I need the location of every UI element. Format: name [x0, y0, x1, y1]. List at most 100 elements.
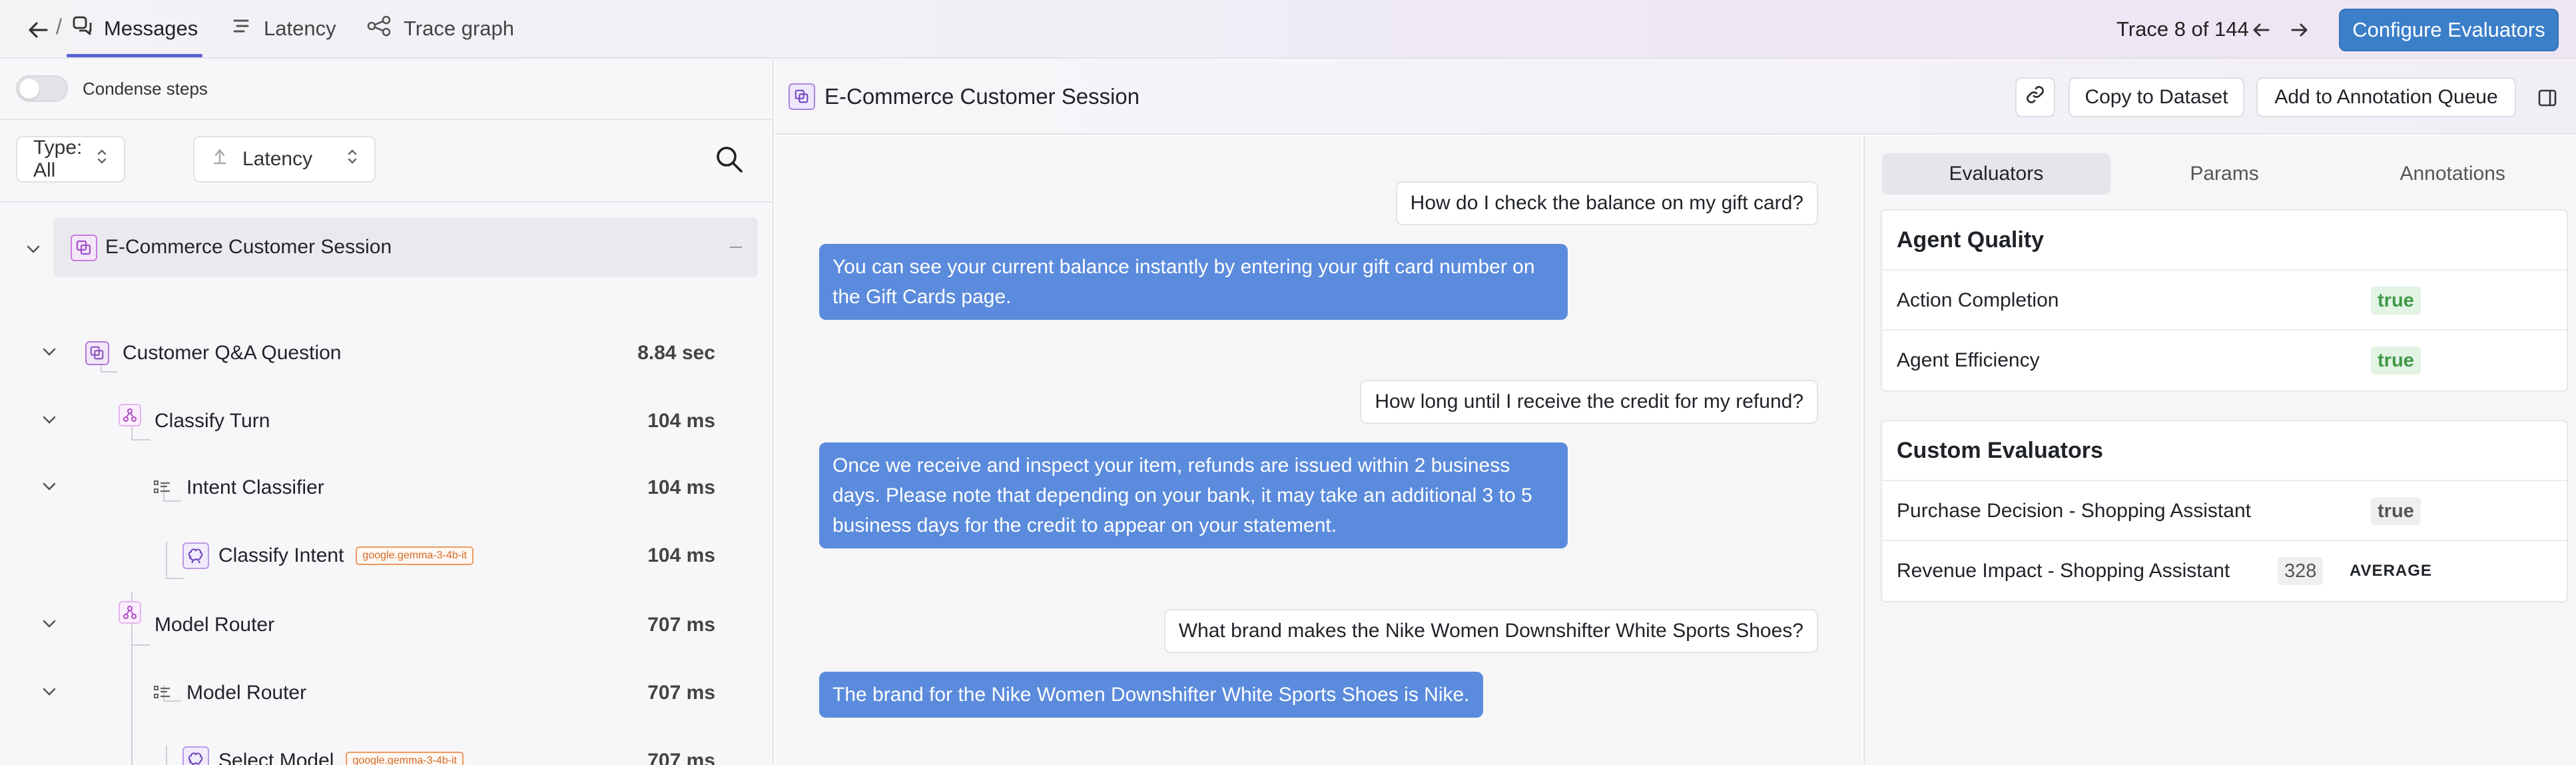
evaluator-name: Purchase Decision - Shopping Assistant [1897, 500, 2251, 522]
top-navigation-bar: / Messages Latency Trace graph Trace 8 o… [0, 0, 2576, 59]
model-badge: google.gemma-3-4b-it [346, 752, 464, 765]
evaluator-row: Revenue Impact - Shopping Assistant 328 … [1882, 541, 2567, 601]
tab-latency[interactable]: Latency [232, 0, 336, 57]
tree-item-label: Customer Q&A Question [123, 342, 342, 364]
tree-item-classify-intent[interactable]: Classify Intent google.gemma-3-4b-it 104… [0, 529, 774, 582]
copy-to-dataset-button[interactable]: Copy to Dataset [2069, 77, 2244, 117]
evaluator-row: Action Completion true [1882, 271, 2567, 331]
tree-item-duration: 707 ms [647, 750, 715, 765]
tab-messages-label: Messages [104, 17, 198, 40]
user-message-text: How long until I receive the credit for … [1375, 390, 1803, 412]
collapse-caret-icon[interactable] [41, 686, 57, 700]
session-title: E-Commerce Customer Session [789, 59, 1139, 135]
collapse-caret-icon[interactable] [41, 347, 57, 361]
llm-step-name: Classify Intent [218, 544, 344, 566]
user-message: How do I check the balance on my gift ca… [1395, 181, 1818, 225]
tree-item-duration: 707 ms [647, 682, 715, 704]
tool-list-icon [151, 476, 174, 500]
tab-trace-graph[interactable]: Trace graph [366, 0, 514, 57]
assistant-message-line: the Gift Cards page. [832, 286, 1012, 308]
tree-item-duration: 104 ms [647, 544, 715, 566]
evaluator-result-badge: true [2371, 287, 2421, 315]
tree-item-intent-classifier[interactable]: Intent Classifier 104 ms [0, 461, 774, 514]
evaluator-result-badge: true [2371, 347, 2421, 375]
collapse-caret-icon[interactable] [41, 618, 57, 632]
tree-item-duration: 707 ms [647, 614, 715, 636]
copy-link-button[interactable] [2015, 77, 2055, 117]
chain-node-icon [119, 601, 141, 624]
assistant-message-line: You can see your current balance instant… [832, 256, 1535, 278]
tree-item-label: E-Commerce Customer Session [105, 236, 392, 258]
tree-item-label: Select Model google.gemma-3-4b-it [218, 734, 464, 765]
bars-icon [232, 15, 264, 42]
tree-item-label: Model Router [186, 682, 307, 704]
evaluator-tabs: Evaluators Params Annotations [1882, 153, 2567, 195]
tab-evaluators[interactable]: Evaluators [1882, 153, 2110, 195]
minus-icon[interactable] [730, 247, 742, 248]
copy-to-dataset-label: Copy to Dataset [2085, 86, 2228, 108]
trace-counter-text: Trace 8 of 144 [2116, 17, 2249, 41]
agent-quality-card: Agent Quality Action Completion true Age… [1881, 209, 2568, 392]
tree-item-label: Classify Intent google.gemma-3-4b-it [218, 529, 474, 582]
chain-node-icon [119, 404, 141, 426]
custom-evaluators-card: Custom Evaluators Purchase Decision - Sh… [1881, 420, 2568, 602]
tree-item-classify-turn[interactable]: Classify Turn 104 ms [0, 394, 774, 448]
tree-item-label: Classify Turn [155, 410, 270, 432]
graph-icon [366, 15, 404, 42]
tab-annotations[interactable]: Annotations [2338, 153, 2567, 195]
evaluator-result-badge: true [2371, 497, 2421, 525]
assistant-message: The brand for the Nike Women Downshifter… [819, 672, 1483, 718]
assistant-message-line: Once we receive and inspect your item, r… [832, 454, 1510, 476]
breadcrumb-separator: / [56, 15, 62, 39]
collapse-caret-icon[interactable] [41, 481, 57, 495]
aggregation-tag: AVERAGE [2350, 562, 2432, 580]
evaluator-row: Purchase Decision - Shopping Assistant t… [1882, 481, 2567, 541]
assistant-message-line: days. Please note that depending on your… [832, 484, 1532, 506]
session-icon [789, 83, 815, 110]
active-tab-indicator [67, 54, 202, 57]
evaluator-name: Agent Efficiency [1897, 349, 2040, 371]
next-trace-arrow-icon[interactable] [2290, 20, 2310, 43]
card-title: Custom Evaluators [1882, 421, 2567, 481]
agent-node-icon [85, 341, 109, 365]
trace-tree-panel: Condense steps Type: All Latency E-Comme… [0, 59, 774, 765]
configure-evaluators-button[interactable]: Configure Evaluators [2339, 9, 2559, 51]
add-to-annotation-queue-label: Add to Annotation Queue [2274, 86, 2498, 108]
user-message: What brand makes the Nike Women Downshif… [1163, 609, 1818, 653]
tab-latency-label: Latency [264, 17, 336, 40]
tree-item-model-router[interactable]: Model Router 707 ms [0, 598, 774, 652]
assistant-message-line: business days for the credit to appear o… [832, 514, 1337, 536]
toggle-panel-icon[interactable] [2537, 88, 2557, 111]
tree-item-duration: 104 ms [647, 476, 715, 498]
session-node-icon [71, 235, 97, 261]
tree-item-label: Intent Classifier [186, 476, 324, 498]
llm-brain-icon [182, 542, 209, 569]
model-badge: google.gemma-3-4b-it [356, 546, 474, 565]
collapse-caret-icon[interactable] [41, 414, 57, 428]
configure-evaluators-label: Configure Evaluators [2352, 18, 2545, 41]
llm-brain-icon [182, 746, 209, 765]
tab-messages[interactable]: Messages [72, 0, 198, 57]
tree-item-duration: 104 ms [647, 410, 715, 432]
tool-list-icon [151, 681, 174, 705]
add-to-annotation-queue-button[interactable]: Add to Annotation Queue [2256, 77, 2516, 117]
user-message-text: How do I check the balance on my gift ca… [1410, 192, 1803, 214]
user-message-text: What brand makes the Nike Women Downshif… [1178, 620, 1803, 642]
tree-item-label: Model Router [155, 614, 275, 636]
assistant-message-line: The brand for the Nike Women Downshifter… [832, 684, 1470, 706]
back-arrow-icon[interactable] [27, 19, 49, 41]
collapse-caret-icon[interactable] [25, 244, 41, 258]
tree-item-model-router-tool[interactable]: Model Router 707 ms [0, 666, 774, 720]
session-title-text: E-Commerce Customer Session [824, 84, 1140, 109]
previous-trace-arrow-icon[interactable] [2251, 20, 2271, 43]
evaluator-name: Revenue Impact - Shopping Assistant [1897, 560, 2230, 582]
assistant-message: Once we receive and inspect your item, r… [819, 442, 1568, 548]
tree-item-customer-qa[interactable]: Customer Q&A Question 8.84 sec [0, 327, 774, 380]
tree-item-select-model[interactable]: Select Model google.gemma-3-4b-it 707 ms [0, 734, 774, 765]
evaluator-name: Action Completion [1897, 289, 2059, 311]
assistant-message: You can see your current balance instant… [819, 244, 1568, 320]
card-title: Agent Quality [1882, 211, 2567, 271]
user-message: How long until I receive the credit for … [1360, 380, 1818, 424]
tree-item-duration: 8.84 sec [637, 342, 715, 364]
tab-params[interactable]: Params [2110, 153, 2339, 195]
